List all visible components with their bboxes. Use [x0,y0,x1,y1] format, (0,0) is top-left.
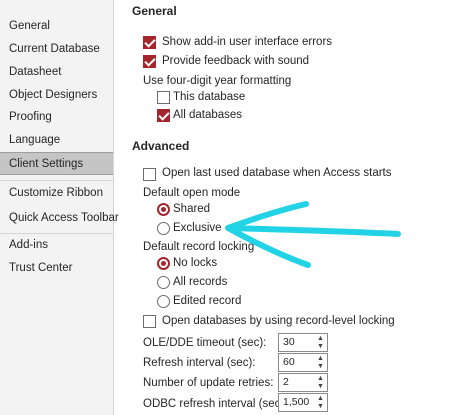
sidebar-item-proofing[interactable]: Proofing [0,106,113,129]
refresh-interval-spinner[interactable]: 60 ▲ ▼ [278,353,328,372]
open-mode-exclusive-radio[interactable] [157,222,170,235]
section-heading-general: General [132,4,177,18]
open-last-db-checkbox[interactable] [143,168,156,181]
default-record-locking-label: Default record locking [143,241,255,253]
odbc-refresh-spinner[interactable]: 1,500 ▲ ▼ [278,393,328,412]
sidebar-item-trust-center[interactable]: Trust Center [0,257,113,280]
feedback-sound-label: Provide feedback with sound [162,55,310,67]
feedback-sound-checkbox[interactable] [143,55,156,68]
ole-timeout-value: 30 [283,336,295,348]
lock-none-label: No locks [173,257,218,269]
options-sidebar: General Current Database Datasheet Objec… [0,0,119,415]
lock-none-radio[interactable] [157,257,170,270]
this-database-checkbox[interactable] [157,91,170,104]
lock-all-radio[interactable] [157,276,170,289]
refresh-interval-label: Refresh interval (sec): [143,357,256,369]
sidebar-item-add-ins[interactable]: Add-ins [0,234,113,257]
sidebar-item-client-settings[interactable]: Client Settings [0,152,113,175]
refresh-interval-value: 60 [283,356,295,368]
record-level-locking-label: Open databases by using record-level loc… [162,315,395,327]
sidebar-item-customize-ribbon[interactable]: Customize Ribbon [0,182,113,205]
sidebar-item-language[interactable]: Language [0,129,113,152]
open-last-db-label: Open last used database when Access star… [162,167,392,179]
chevron-up-icon[interactable]: ▲ [317,335,324,342]
chevron-down-icon[interactable]: ▼ [317,383,324,390]
lock-edited-label: Edited record [173,295,242,307]
spinner-arrows[interactable]: ▲ ▼ [315,394,327,411]
year-format-label: Use four-digit year formatting [143,75,292,87]
sidebar-item-object-designers[interactable]: Object Designers [0,84,113,107]
open-mode-shared-label: Shared [173,203,211,215]
chevron-down-icon[interactable]: ▼ [317,403,324,410]
spinner-arrows[interactable]: ▲ ▼ [315,334,327,351]
all-databases-checkbox[interactable] [157,109,170,122]
ole-timeout-spinner[interactable]: 30 ▲ ▼ [278,333,328,352]
ole-timeout-label: OLE/DDE timeout (sec): [143,337,267,349]
update-retries-value: 2 [283,376,289,388]
sidebar-divider [0,180,113,181]
update-retries-spinner[interactable]: 2 ▲ ▼ [278,373,328,392]
chevron-down-icon[interactable]: ▼ [317,363,324,370]
chevron-up-icon[interactable]: ▲ [317,355,324,362]
spinner-arrows[interactable]: ▲ ▼ [315,354,327,371]
open-mode-exclusive-label: Exclusive [173,222,222,234]
sidebar-item-current-database[interactable]: Current Database [0,38,113,61]
record-level-locking-checkbox[interactable] [143,315,156,328]
odbc-refresh-label: ODBC refresh interval (sec): [143,398,288,410]
show-addin-errors-label: Show add-in user interface errors [162,36,333,48]
client-settings-panel: General Show add-in user interface error… [114,0,474,415]
this-database-label: This database [173,91,246,103]
update-retries-label: Number of update retries: [143,377,274,389]
show-addin-errors-checkbox[interactable] [143,36,156,49]
default-open-mode-label: Default open mode [143,187,241,199]
open-mode-shared-radio[interactable] [157,203,170,216]
sidebar-item-quick-access-toolbar[interactable]: Quick Access Toolbar [0,207,119,230]
chevron-up-icon[interactable]: ▲ [317,375,324,382]
lock-edited-radio[interactable] [157,295,170,308]
lock-all-label: All records [173,276,228,288]
all-databases-label: All databases [173,109,243,121]
sidebar-item-datasheet[interactable]: Datasheet [0,61,113,84]
chevron-down-icon[interactable]: ▼ [317,343,324,350]
chevron-up-icon[interactable]: ▲ [317,395,324,402]
section-heading-advanced: Advanced [132,139,190,153]
sidebar-item-general[interactable]: General [0,15,113,38]
spinner-arrows[interactable]: ▲ ▼ [315,374,327,391]
odbc-refresh-value: 1,500 [283,396,310,408]
